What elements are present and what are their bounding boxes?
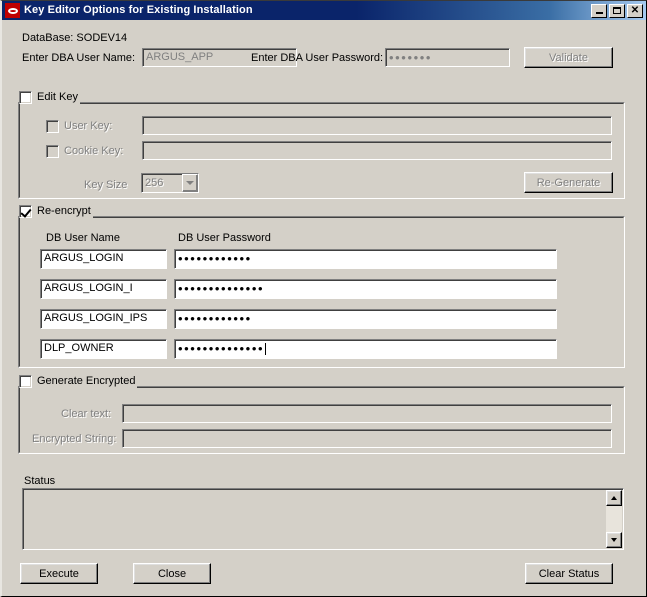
scroll-down-button[interactable] [606,532,622,548]
clear-text-input[interactable] [122,404,612,423]
database-label: DataBase: SODEV14 [22,32,128,44]
scroll-up-button[interactable] [606,490,622,506]
chevron-down-icon[interactable] [182,174,198,192]
window-controls: ✕ [591,3,643,18]
user-key-checkbox[interactable]: User Key: [46,119,114,133]
generate-encrypted-checkbox-label: Generate Encrypted [37,374,136,387]
cookie-key-label: Cookie Key: [64,144,124,157]
generate-encrypted-checkbox[interactable]: Generate Encrypted [19,374,138,388]
db-user-name-input[interactable]: ARGUS_LOGIN_I [40,279,167,299]
user-key-checkbox-box[interactable] [46,119,59,133]
regenerate-button[interactable]: Re-Generate [524,172,613,193]
oracle-logo-icon [5,3,20,18]
arrow-up-icon [611,496,617,500]
key-size-label: Key Size [84,179,128,191]
db-user-password-input[interactable]: •••••••••••• [174,309,557,329]
status-label: Status [24,475,56,487]
execute-button[interactable]: Execute [20,563,98,584]
db-user-password-value: •••••••••••••• [178,341,265,356]
close-button[interactable]: ✕ [627,3,643,18]
dba-user-name-label: Enter DBA User Name: [22,52,136,64]
status-text[interactable] [24,490,605,548]
status-scrollbar[interactable] [606,490,622,548]
re-encrypt-checkbox[interactable]: Re-encrypt [19,204,93,218]
client-area: DataBase: SODEV14 Enter DBA User Name: A… [2,20,646,596]
key-size-select[interactable]: 256 [141,173,199,193]
db-user-password-input[interactable]: •••••••••••• [174,249,557,269]
db-user-password-input[interactable]: •••••••••••••• [174,279,557,299]
minimize-icon [595,12,603,14]
user-key-label: User Key: [64,119,113,132]
db-user-name-input[interactable]: DLP_OWNER [40,339,167,359]
re-encrypt-checkbox-box[interactable] [19,204,32,218]
encrypted-string-label: Encrypted String: [32,433,117,445]
edit-key-checkbox-label: Edit Key [37,90,78,103]
maximize-button[interactable] [609,3,625,18]
user-key-input[interactable] [142,116,612,135]
maximize-icon [613,7,621,14]
db-user-name-input[interactable]: ARGUS_LOGIN [40,249,167,269]
status-textarea[interactable] [22,488,624,550]
re-encrypt-checkbox-label: Re-encrypt [37,204,91,217]
column-header-db-user-password: DB User Password [178,232,271,244]
edit-key-checkbox[interactable]: Edit Key [19,90,80,104]
close-icon: ✕ [630,4,640,16]
window-title: Key Editor Options for Existing Installa… [24,4,253,16]
text-caret [265,343,267,355]
dba-user-password-input[interactable]: ••••••• [385,48,510,67]
arrow-down-icon [611,538,617,542]
cookie-key-checkbox[interactable]: Cookie Key: [46,144,125,158]
clear-text-label: Clear text: [61,408,112,420]
cookie-key-input[interactable] [142,141,612,160]
generate-encrypted-checkbox-box[interactable] [19,374,32,388]
validate-button[interactable]: Validate [524,47,613,68]
column-header-db-user-name: DB User Name [46,232,120,244]
cookie-key-checkbox-box[interactable] [46,144,59,158]
close-window-button[interactable]: Close [133,563,211,584]
db-user-password-input-focused[interactable]: •••••••••••••• [174,339,557,359]
encrypted-string-input[interactable] [122,429,612,448]
dba-user-password-label: Enter DBA User Password: [251,52,384,64]
key-size-value: 256 [145,177,164,189]
clear-status-button[interactable]: Clear Status [525,563,613,584]
application-window: Key Editor Options for Existing Installa… [0,0,647,597]
minimize-button[interactable] [591,3,607,18]
edit-key-checkbox-box[interactable] [19,90,32,104]
title-bar[interactable]: Key Editor Options for Existing Installa… [2,1,646,20]
db-user-name-input[interactable]: ARGUS_LOGIN_IPS [40,309,167,329]
